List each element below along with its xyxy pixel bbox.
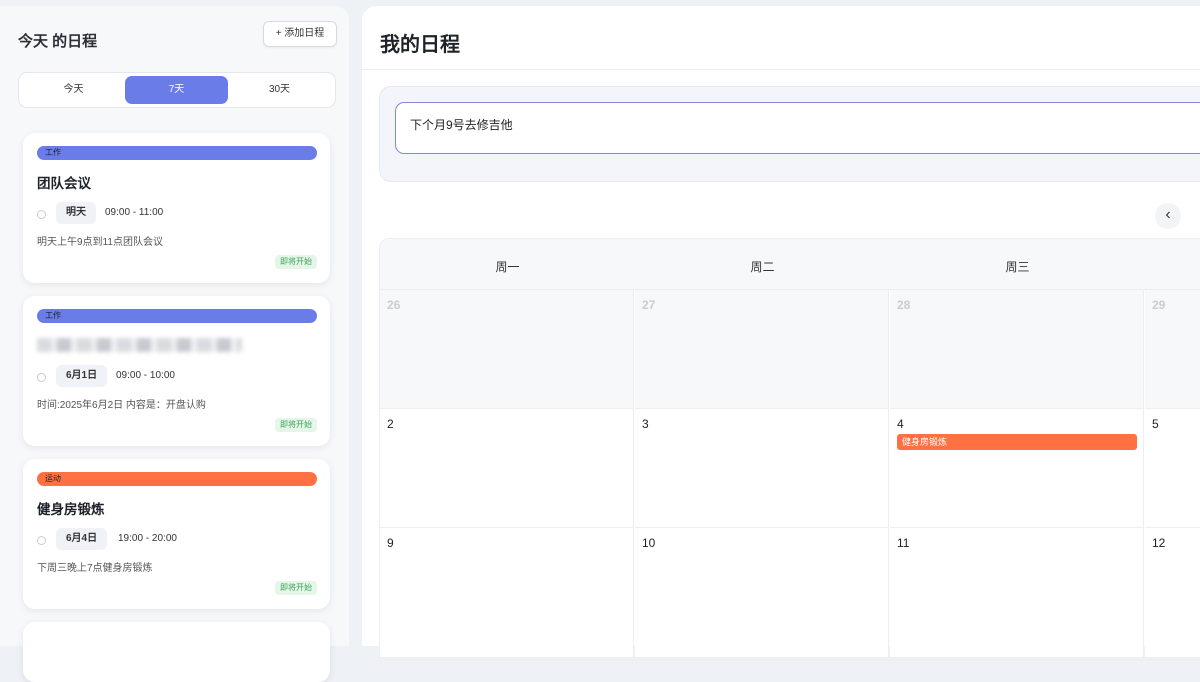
event-category-tag: 运动 [37,472,317,486]
day-number: 10 [642,536,656,550]
event-description: 明天上午9点到11点团队会议 [37,237,163,248]
calendar-day[interactable]: 27 [635,290,889,409]
calendar-day[interactable]: 4 健身房锻炼 [890,409,1144,528]
calendar-day[interactable]: 5 [1145,409,1200,528]
day-number: 28 [897,298,911,312]
event-date: 6月1日 [56,365,108,387]
event-description: 时间:2025年6月2日 内容是：开盘认购 [37,400,206,411]
calendar-day[interactable]: 10 [635,528,889,658]
tab-today[interactable]: 今天 [22,76,125,104]
page-title: 我的日程 [380,34,460,56]
clock-icon [37,210,46,219]
input-value: 下个月9号去修吉他 [410,118,513,132]
calendar-main: 我的日程 下个月9号去修吉他 ‹ 周一 周二 周三 26 27 28 29 2 [362,6,1200,660]
calendar-day[interactable]: 28 [890,290,1144,409]
weekday-wed: 周三 [1005,260,1030,274]
event-title: 团队会议 [37,176,91,191]
calendar-day[interactable]: 3 [635,409,889,528]
status-badge: 即将开始 [275,581,317,595]
day-number: 12 [1152,536,1166,550]
event-card[interactable] [23,622,330,682]
natural-language-input[interactable]: 下个月9号去修吉他 [395,102,1200,154]
status-badge: 即将开始 [275,255,317,269]
range-tabs: 今天 7天 30天 [18,72,336,108]
day-number: 26 [387,298,401,312]
event-time: 09:00 - 11:00 [105,207,164,218]
day-number: 29 [1152,298,1166,312]
calendar-day[interactable]: 2 [380,409,634,528]
sidebar-title: 今天 的日程 [18,33,98,50]
tab-30-days[interactable]: 30天 [228,76,331,104]
event-card[interactable]: 工作 6月1日 09:00 - 10:00 时间:2025年6月2日 内容是：开… [23,296,330,446]
clock-icon [37,536,46,545]
month-calendar: 周一 周二 周三 26 27 28 29 2 3 4 健身房锻炼 5 9 10 … [379,238,1200,660]
event-title: 健身房锻炼 [37,502,105,517]
event-category-tag: 工作 [37,309,317,323]
calendar-day[interactable]: 26 [380,290,634,409]
tab-7-days[interactable]: 7天 [125,76,228,104]
event-date: 6月4日 [56,528,108,550]
day-number: 3 [642,417,649,431]
event-title-redacted [37,338,242,352]
weekday-mon: 周一 [495,260,520,274]
day-number: 11 [897,536,910,550]
weekday-thu [1145,239,1200,289]
divider [362,69,1200,70]
event-description: 下周三晚上7点健身房锻炼 [37,563,153,574]
calendar-day[interactable]: 11 [890,528,1144,658]
prev-month-button[interactable]: ‹ [1155,203,1181,229]
day-number: 5 [1152,417,1159,431]
calendar-day[interactable]: 12 [1145,528,1200,658]
event-card[interactable]: 工作 团队会议 明天 09:00 - 11:00 明天上午9点到11点团队会议 … [23,133,330,283]
weekday-header: 周一 周二 周三 [380,239,1200,290]
event-card[interactable]: 运动 健身房锻炼 6月4日 19:00 - 20:00 下周三晚上7点健身房锻炼… [23,459,330,609]
weekday-tue: 周二 [750,260,775,274]
event-date: 明天 [56,202,96,224]
add-schedule-button[interactable]: + 添加日程 [263,21,337,47]
day-number: 9 [387,536,394,550]
event-category-tag: 工作 [37,146,317,160]
clock-icon [37,373,46,382]
day-number: 27 [642,298,656,312]
day-number: 4 [897,417,904,431]
day-number: 2 [387,417,394,431]
schedule-sidebar: 今天 的日程 + 添加日程 今天 7天 30天 工作 团队会议 明天 09:00… [0,6,349,682]
calendar-day[interactable]: 29 [1145,290,1200,409]
event-time: 09:00 - 10:00 [116,370,175,381]
calendar-day[interactable]: 9 [380,528,634,658]
calendar-event-chip[interactable]: 健身房锻炼 [897,434,1137,450]
status-badge: 即将开始 [275,418,317,432]
event-time: 19:00 - 20:00 [118,533,177,544]
natural-language-input-area: 下个月9号去修吉他 [379,86,1200,182]
